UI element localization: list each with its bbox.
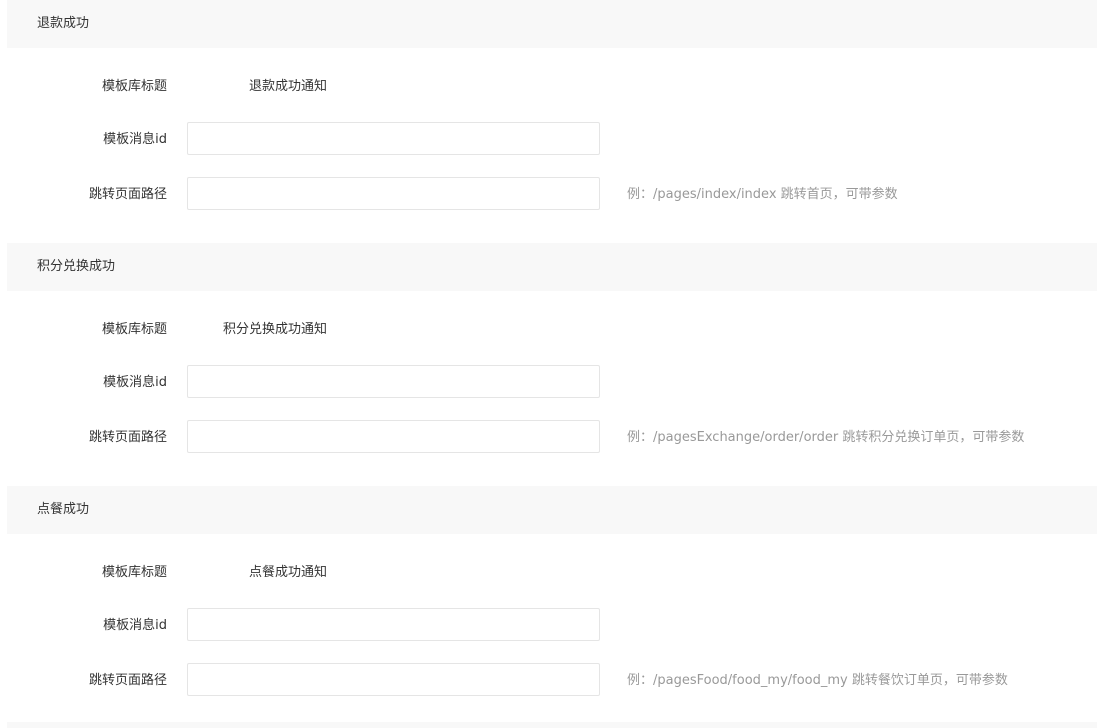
section-order-success: 点餐成功 模板库标题 点餐成功通知 模板消息id 跳转页面路径 例：/pages… (0, 486, 1097, 728)
template-id-row: 模板消息id (0, 608, 1097, 644)
section-title: 点餐成功 (37, 502, 90, 517)
page-path-row: 跳转页面路径 例：/pagesFood/food_my/food_my 跳转餐饮… (0, 663, 1097, 699)
page-path-input[interactable] (187, 420, 600, 453)
next-section-header-edge (7, 722, 1097, 728)
template-id-label: 模板消息id (103, 375, 167, 390)
template-title-label: 模板库标题 (101, 79, 167, 94)
section-title: 退款成功 (37, 16, 90, 31)
section-header: 点餐成功 (7, 486, 1097, 534)
template-id-label: 模板消息id (103, 618, 167, 633)
section-refund-success: 退款成功 模板库标题 退款成功通知 模板消息id 跳转页面路径 例：/pages… (0, 0, 1097, 243)
template-title-label: 模板库标题 (101, 565, 167, 580)
page-path-hint: 例：/pagesExchange/order/order 跳转积分兑换订单页，可… (627, 430, 1025, 445)
page-path-hint: 例：/pagesFood/food_my/food_my 跳转餐饮订单页，可带参… (627, 673, 1008, 688)
template-id-input[interactable] (187, 122, 600, 155)
template-id-input[interactable] (187, 365, 600, 398)
page-path-hint: 例：/pages/index/index 跳转首页，可带参数 (627, 187, 898, 202)
page-path-input[interactable] (187, 177, 600, 210)
template-id-input[interactable] (187, 608, 600, 641)
section-header: 退款成功 (7, 0, 1097, 48)
page-path-input[interactable] (187, 663, 600, 696)
template-settings-page: 退款成功 模板库标题 退款成功通知 模板消息id 跳转页面路径 例：/pages… (0, 0, 1097, 728)
section-points-exchange-success: 积分兑换成功 模板库标题 积分兑换成功通知 模板消息id 跳转页面路径 例：/p… (0, 243, 1097, 486)
page-path-label: 跳转页面路径 (88, 187, 167, 202)
section-header: 积分兑换成功 (7, 243, 1097, 291)
template-title-value: 退款成功通知 (248, 79, 327, 94)
template-title-row: 模板库标题 点餐成功通知 (0, 555, 1097, 591)
page-path-row: 跳转页面路径 例：/pages/index/index 跳转首页，可带参数 (0, 177, 1097, 213)
template-id-row: 模板消息id (0, 365, 1097, 401)
template-title-label: 模板库标题 (101, 322, 167, 337)
page-path-row: 跳转页面路径 例：/pagesExchange/order/order 跳转积分… (0, 420, 1097, 456)
template-title-row: 模板库标题 退款成功通知 (0, 69, 1097, 105)
page-path-label: 跳转页面路径 (88, 430, 167, 445)
template-title-value: 积分兑换成功通知 (222, 322, 327, 337)
template-title-value: 点餐成功通知 (248, 565, 327, 580)
template-title-row: 模板库标题 积分兑换成功通知 (0, 312, 1097, 348)
template-id-label: 模板消息id (103, 132, 167, 147)
section-title: 积分兑换成功 (37, 259, 116, 274)
template-id-row: 模板消息id (0, 122, 1097, 158)
page-path-label: 跳转页面路径 (88, 673, 167, 688)
